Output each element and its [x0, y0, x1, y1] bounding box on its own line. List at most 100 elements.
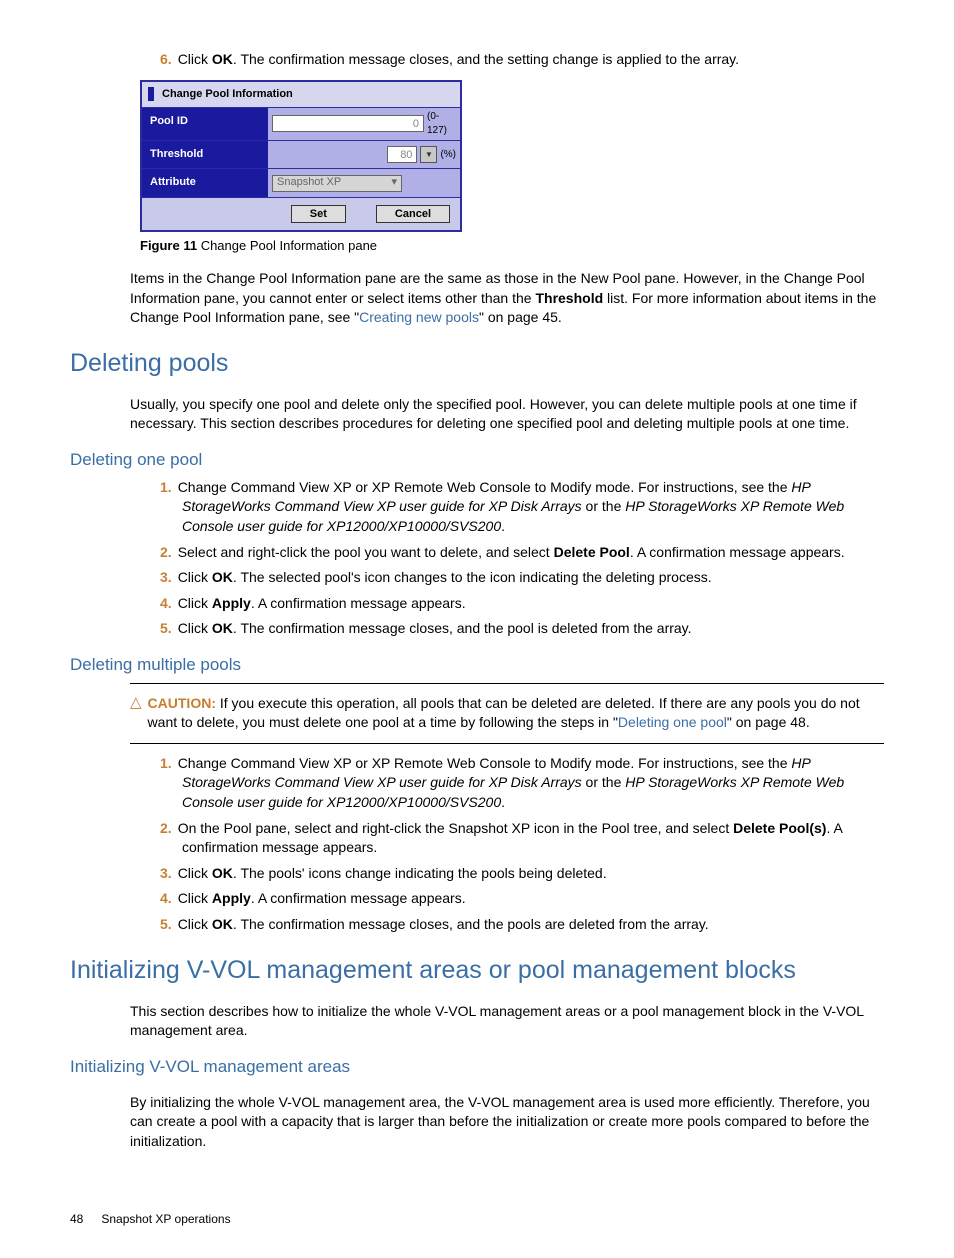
apply-bold: Apply [212, 890, 251, 906]
list-item: 2. Select and right-click the pool you wa… [160, 543, 884, 563]
ok-bold: OK [212, 51, 233, 67]
deleting-one-pool-link[interactable]: Deleting one pool [618, 714, 727, 730]
threshold-unit: (%) [440, 148, 456, 162]
step-number: 5. [160, 620, 172, 636]
step-text-b: . The confirmation message closes, and t… [233, 51, 739, 67]
list-item: 1. Change Command View XP or XP Remote We… [160, 478, 884, 537]
step-number: 3. [160, 569, 172, 585]
apply-bold: Apply [212, 595, 251, 611]
t: Click [178, 890, 212, 906]
deleting-pools-desc: Usually, you specify one pool and delete… [130, 395, 884, 434]
rule [130, 743, 884, 744]
section-initializing-vvol: Initializing V-VOL management areas or p… [70, 953, 884, 988]
t: . A confirmation message appears. [630, 544, 845, 560]
intro-bold: Threshold [535, 290, 603, 306]
step-number: 6. [160, 51, 172, 67]
list-item: 4. Click Apply. A confirmation message ap… [160, 594, 884, 614]
step-number: 1. [160, 479, 172, 495]
t: . [501, 794, 505, 810]
label-pool-id: Pool ID [142, 108, 268, 140]
dialog-title: Change Pool Information [162, 87, 293, 102]
init-vvol-desc: By initializing the whole V-VOL manageme… [130, 1093, 884, 1152]
ok-bold: OK [212, 569, 233, 585]
threshold-dropdown-icon[interactable]: ▼ [420, 146, 437, 163]
caution-block: △ CAUTION: If you execute this operation… [130, 688, 884, 739]
t: Change Command View XP or XP Remote Web … [178, 755, 792, 771]
t: Click [178, 916, 212, 932]
list-item: 3. Click OK. The pools' icons change indi… [160, 864, 884, 884]
step-number: 1. [160, 755, 172, 771]
footer-title: Snapshot XP operations [101, 1211, 230, 1228]
t: " on page 48. [727, 714, 810, 730]
t: . The confirmation message closes, and t… [233, 916, 709, 932]
list-item: 3. Click OK. The selected pool's icon cha… [160, 568, 884, 588]
t: Click [178, 595, 212, 611]
step-6: 6. Click OK. The confirmation message clo… [160, 50, 884, 70]
t: Change Command View XP or XP Remote Web … [178, 479, 792, 495]
t: Click [178, 569, 212, 585]
step-number: 2. [160, 820, 172, 836]
subsection-init-vvol-areas: Initializing V-VOL management areas [70, 1055, 884, 1079]
creating-new-pools-link[interactable]: Creating new pools [359, 309, 479, 325]
t: Click [178, 620, 212, 636]
list-item: 5. Click OK. The confirmation message clo… [160, 619, 884, 639]
pool-id-input [272, 115, 424, 132]
list-item: 1. Change Command View XP or XP Remote We… [160, 754, 884, 813]
field-attribute: Snapshot XP ▾ [268, 169, 460, 196]
subsection-deleting-multiple-pools: Deleting multiple pools [70, 653, 884, 677]
step-number: 5. [160, 916, 172, 932]
intro-paragraph: Items in the Change Pool Information pan… [130, 269, 884, 328]
caution-label: CAUTION: [148, 695, 216, 711]
figure-number: Figure 11 [140, 238, 197, 253]
step-number: 2. [160, 544, 172, 560]
label-attribute: Attribute [142, 169, 268, 196]
cancel-button[interactable]: Cancel [376, 205, 450, 223]
dialog-title-bar: Change Pool Information [142, 82, 460, 108]
t: Select and right-click the pool you want… [178, 544, 554, 560]
step-number: 4. [160, 595, 172, 611]
list-item: 4. Click Apply. A confirmation message ap… [160, 889, 884, 909]
field-threshold: ▼ (%) [268, 141, 460, 168]
dialog-button-row: Set Cancel [142, 198, 460, 230]
rule [130, 683, 884, 684]
row-pool-id: Pool ID (0-127) [142, 108, 460, 141]
warning-icon: △ [130, 694, 142, 733]
page-footer: 48 Snapshot XP operations [70, 1211, 884, 1228]
intro-c: " on page 45. [479, 309, 562, 325]
t: . The confirmation message closes, and t… [233, 620, 692, 636]
deleting-multiple-pools-steps: 1. Change Command View XP or XP Remote We… [160, 754, 884, 935]
step-number: 4. [160, 890, 172, 906]
t: . A confirmation message appears. [251, 890, 466, 906]
t: . The pools' icons change indicating the… [233, 865, 607, 881]
chevron-down-icon: ▾ [391, 175, 397, 190]
ok-bold: OK [212, 620, 233, 636]
ok-bold: OK [212, 916, 233, 932]
change-pool-info-dialog: Change Pool Information Pool ID (0-127) … [140, 80, 462, 232]
delete-pools-bold: Delete Pool(s) [733, 820, 826, 836]
delete-pool-bold: Delete Pool [554, 544, 630, 560]
subsection-deleting-one-pool: Deleting one pool [70, 448, 884, 472]
t: or the [582, 498, 626, 514]
row-threshold: Threshold ▼ (%) [142, 141, 460, 169]
attribute-value: Snapshot XP [277, 175, 341, 190]
step-number: 3. [160, 865, 172, 881]
t: . The selected pool's icon changes to th… [233, 569, 712, 585]
t: or the [582, 774, 626, 790]
set-button[interactable]: Set [291, 205, 346, 223]
initializing-desc: This section describes how to initialize… [130, 1002, 884, 1041]
threshold-input[interactable] [387, 146, 417, 163]
section-deleting-pools: Deleting pools [70, 346, 884, 381]
t: . A confirmation message appears. [251, 595, 466, 611]
attribute-select: Snapshot XP ▾ [272, 175, 402, 192]
ok-bold: OK [212, 865, 233, 881]
title-bar-accent [148, 87, 154, 101]
deleting-one-pool-steps: 1. Change Command View XP or XP Remote We… [160, 478, 884, 639]
caution-text: CAUTION: If you execute this operation, … [148, 694, 884, 733]
t: . [501, 518, 505, 534]
step-text-a: Click [178, 51, 212, 67]
figure-caption: Figure 11 Change Pool Information pane [140, 237, 884, 255]
list-item: 2.On the Pool pane, select and right-cli… [160, 819, 884, 858]
t: Click [178, 865, 212, 881]
label-threshold: Threshold [142, 141, 268, 168]
page-number: 48 [70, 1211, 83, 1228]
